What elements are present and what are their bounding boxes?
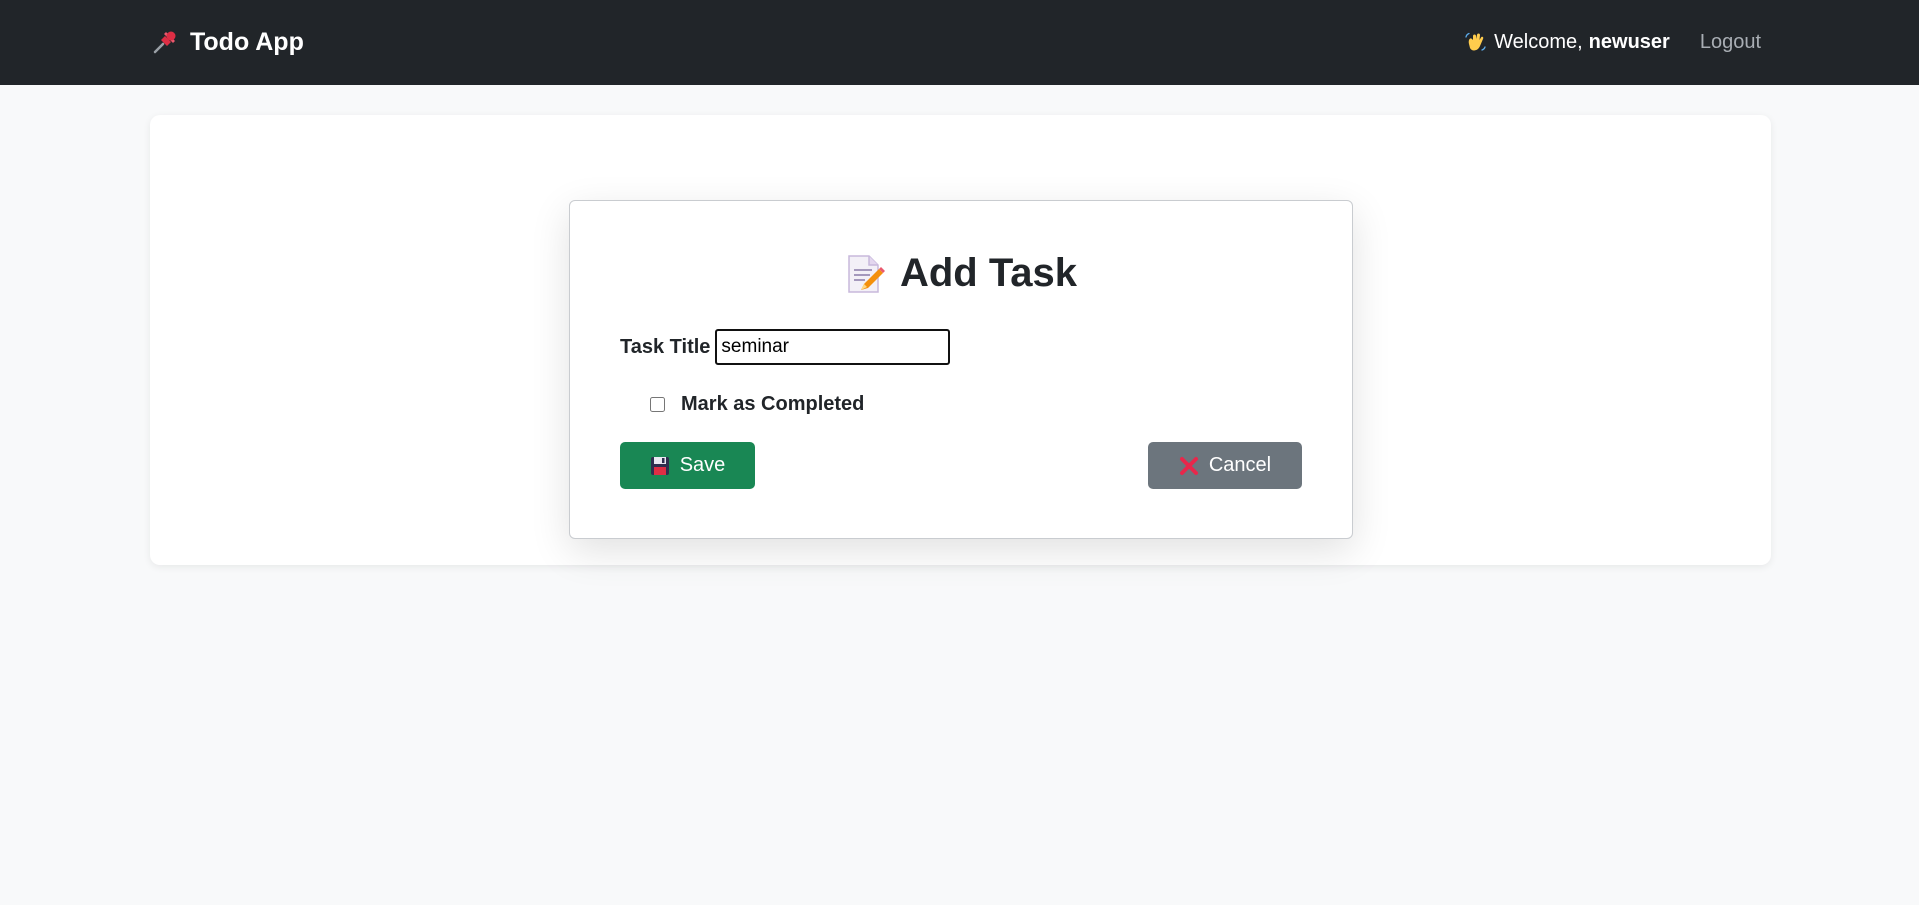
form-heading: Add Task <box>570 251 1352 296</box>
completed-row: Mark as Completed <box>650 393 864 416</box>
pushpin-icon <box>152 29 178 55</box>
floppy-disk-icon <box>650 456 670 476</box>
mark-completed-checkbox[interactable] <box>650 397 665 412</box>
memo-icon <box>845 253 885 295</box>
form-title: Add Task <box>899 251 1078 295</box>
waving-hand-icon <box>1464 31 1486 53</box>
user-nav: Welcome, newuser Logout <box>1464 24 1761 60</box>
top-navbar: Todo App Welcome, newuser Logout <box>0 0 1919 85</box>
cancel-label: Cancel <box>1208 454 1272 476</box>
task-title-input[interactable] <box>715 329 951 365</box>
task-title-row: Task Title <box>620 329 951 365</box>
mark-completed-label[interactable]: Mark as Completed <box>681 393 864 416</box>
logout-link[interactable]: Logout <box>1700 31 1761 54</box>
brand-label: Todo App <box>190 27 304 56</box>
add-task-form: Add Task Task Title Mark as Completed Sa… <box>569 200 1353 539</box>
save-button[interactable]: Save <box>620 442 755 489</box>
welcome-prefix: Welcome, <box>1494 30 1583 53</box>
cross-mark-icon <box>1179 456 1199 476</box>
cancel-button[interactable]: Cancel <box>1148 442 1302 489</box>
brand-link[interactable]: Todo App <box>152 24 304 60</box>
task-title-label: Task Title <box>620 335 711 358</box>
save-label: Save <box>679 454 726 476</box>
welcome-message: Welcome, newuser <box>1464 31 1670 54</box>
username: newuser <box>1588 30 1670 53</box>
